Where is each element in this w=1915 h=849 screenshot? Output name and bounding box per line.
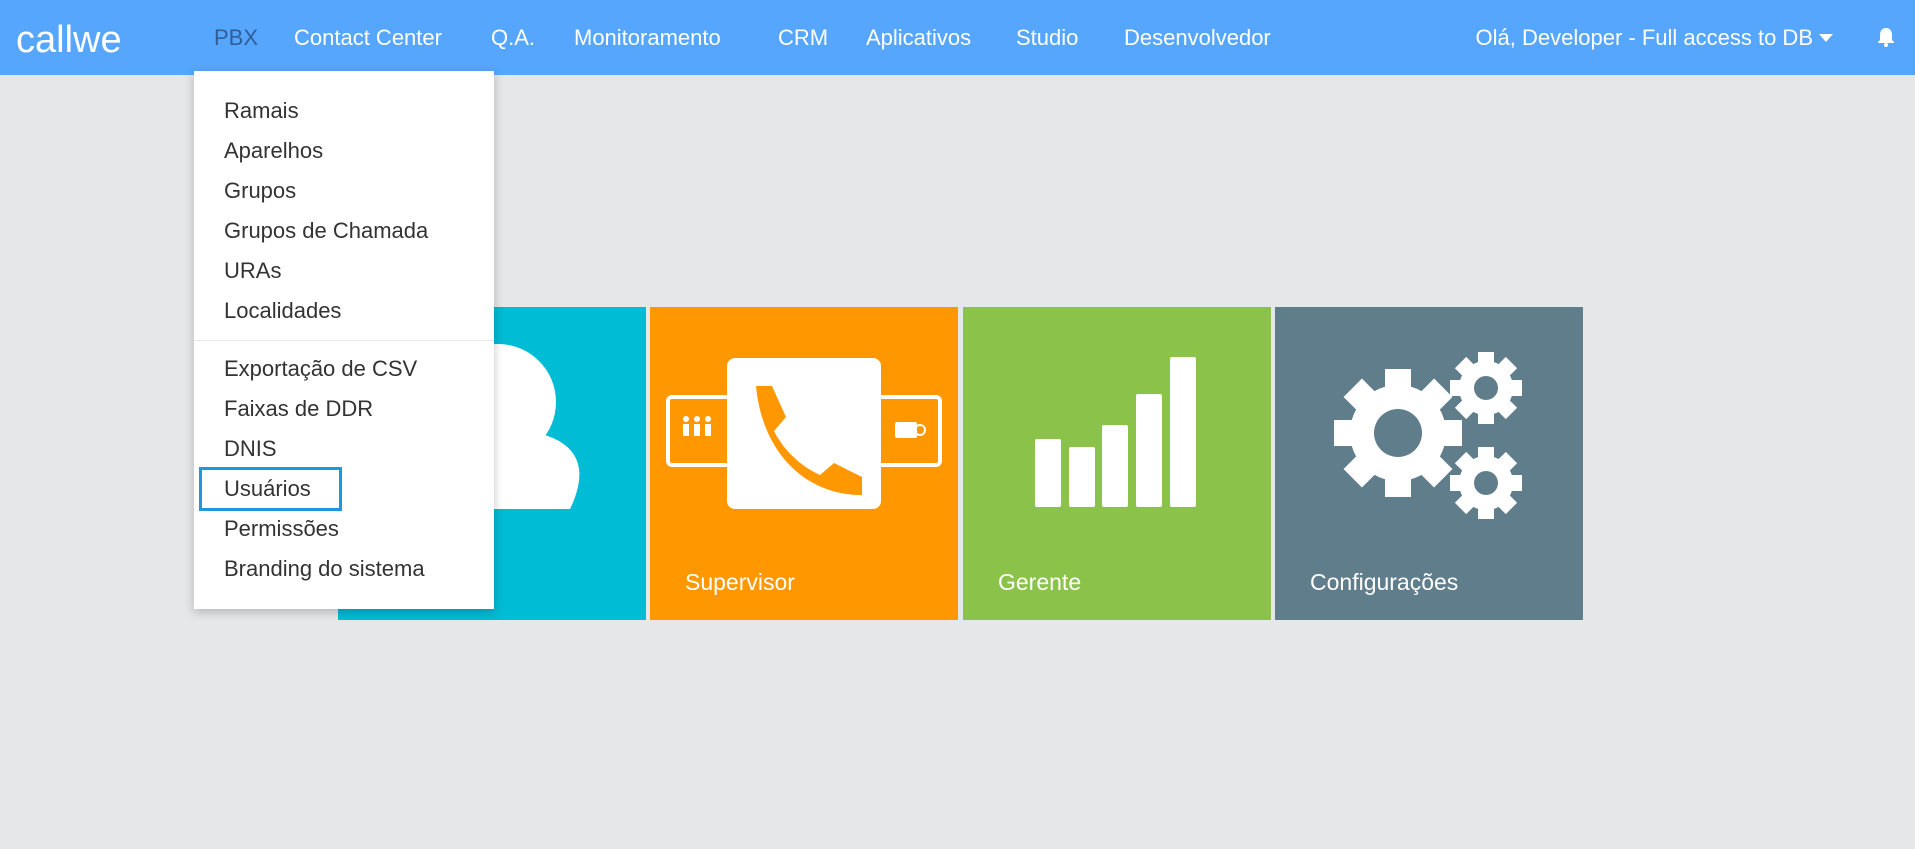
callwe-logo[interactable]: callwe <box>16 19 141 59</box>
tile-settings[interactable]: Configurações <box>1275 307 1583 620</box>
menu-item-localidades[interactable]: Localidades <box>224 291 341 331</box>
svg-text:callwe: callwe <box>16 19 122 59</box>
menu-item-faixas-ddr[interactable]: Faixas de DDR <box>224 389 373 429</box>
top-navigation-bar: callwe PBX Contact Center Q.A. Monitoram… <box>0 0 1915 75</box>
menu-item-permissoes[interactable]: Permissões <box>224 509 339 549</box>
nav-item-contact-center[interactable]: Contact Center <box>294 0 442 75</box>
menu-item-exportacao-csv[interactable]: Exportação de CSV <box>224 349 417 389</box>
menu-item-uras[interactable]: URAs <box>224 251 281 291</box>
tile-manager[interactable]: Gerente <box>963 307 1271 620</box>
menu-divider <box>194 340 494 341</box>
menu-item-usuarios[interactable]: Usuários <box>224 469 311 509</box>
nav-item-qa[interactable]: Q.A. <box>491 0 535 75</box>
tile-manager-caption: Gerente <box>998 569 1082 595</box>
nav-item-studio[interactable]: Studio <box>1016 0 1078 75</box>
tile-supervisor[interactable]: Supervisor <box>650 307 958 620</box>
caret-down-icon[interactable] <box>1819 33 1833 43</box>
pbx-dropdown-menu: Ramais Aparelhos Grupos Grupos de Chamad… <box>194 71 494 609</box>
nav-item-desenvolvedor[interactable]: Desenvolvedor <box>1124 0 1271 75</box>
menu-item-dnis[interactable]: DNIS <box>224 429 277 469</box>
nav-item-aplicativos[interactable]: Aplicativos <box>866 0 971 75</box>
bell-icon[interactable] <box>1877 27 1895 47</box>
menu-item-grupos-de-chamada[interactable]: Grupos de Chamada <box>224 211 428 251</box>
menu-item-grupos[interactable]: Grupos <box>224 171 296 211</box>
menu-item-branding[interactable]: Branding do sistema <box>224 549 425 589</box>
menu-item-aparelhos[interactable]: Aparelhos <box>224 131 323 171</box>
user-menu[interactable]: Olá, Developer - Full access to DB <box>1476 0 1813 75</box>
nav-item-pbx[interactable]: PBX <box>214 0 258 75</box>
nav-item-crm[interactable]: CRM <box>778 0 828 75</box>
tile-supervisor-caption: Supervisor <box>685 569 795 595</box>
menu-item-ramais[interactable]: Ramais <box>224 91 299 131</box>
tile-settings-caption: Configurações <box>1310 569 1459 595</box>
nav-item-monitoramento[interactable]: Monitoramento <box>574 0 721 75</box>
